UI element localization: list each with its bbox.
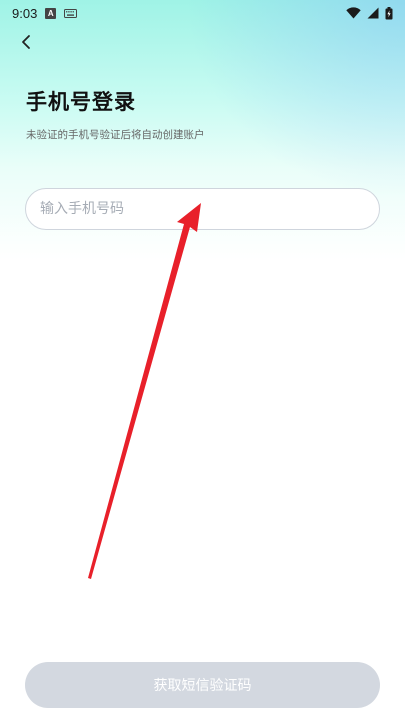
page-title: 手机号登录 xyxy=(26,90,136,114)
a-indicator-icon: A xyxy=(45,7,57,19)
wifi-icon xyxy=(346,7,361,19)
signal-icon xyxy=(367,7,379,19)
get-sms-code-button[interactable]: 获取短信验证码 xyxy=(25,662,380,708)
back-button[interactable] xyxy=(14,30,38,54)
status-left: 9:03 A xyxy=(12,5,78,21)
phone-number-input[interactable] xyxy=(40,189,360,229)
status-bar: 9:03 A xyxy=(0,0,405,26)
battery-icon xyxy=(385,6,393,19)
page-subtitle: 未验证的手机号验证后将自动创建账户 xyxy=(26,129,205,141)
status-right xyxy=(346,6,393,20)
phone-input-container[interactable] xyxy=(25,188,380,230)
keyboard-icon xyxy=(64,8,78,18)
chevron-left-icon xyxy=(22,35,30,49)
header-background-tint xyxy=(185,0,405,200)
status-time: 9:03 xyxy=(12,5,38,21)
